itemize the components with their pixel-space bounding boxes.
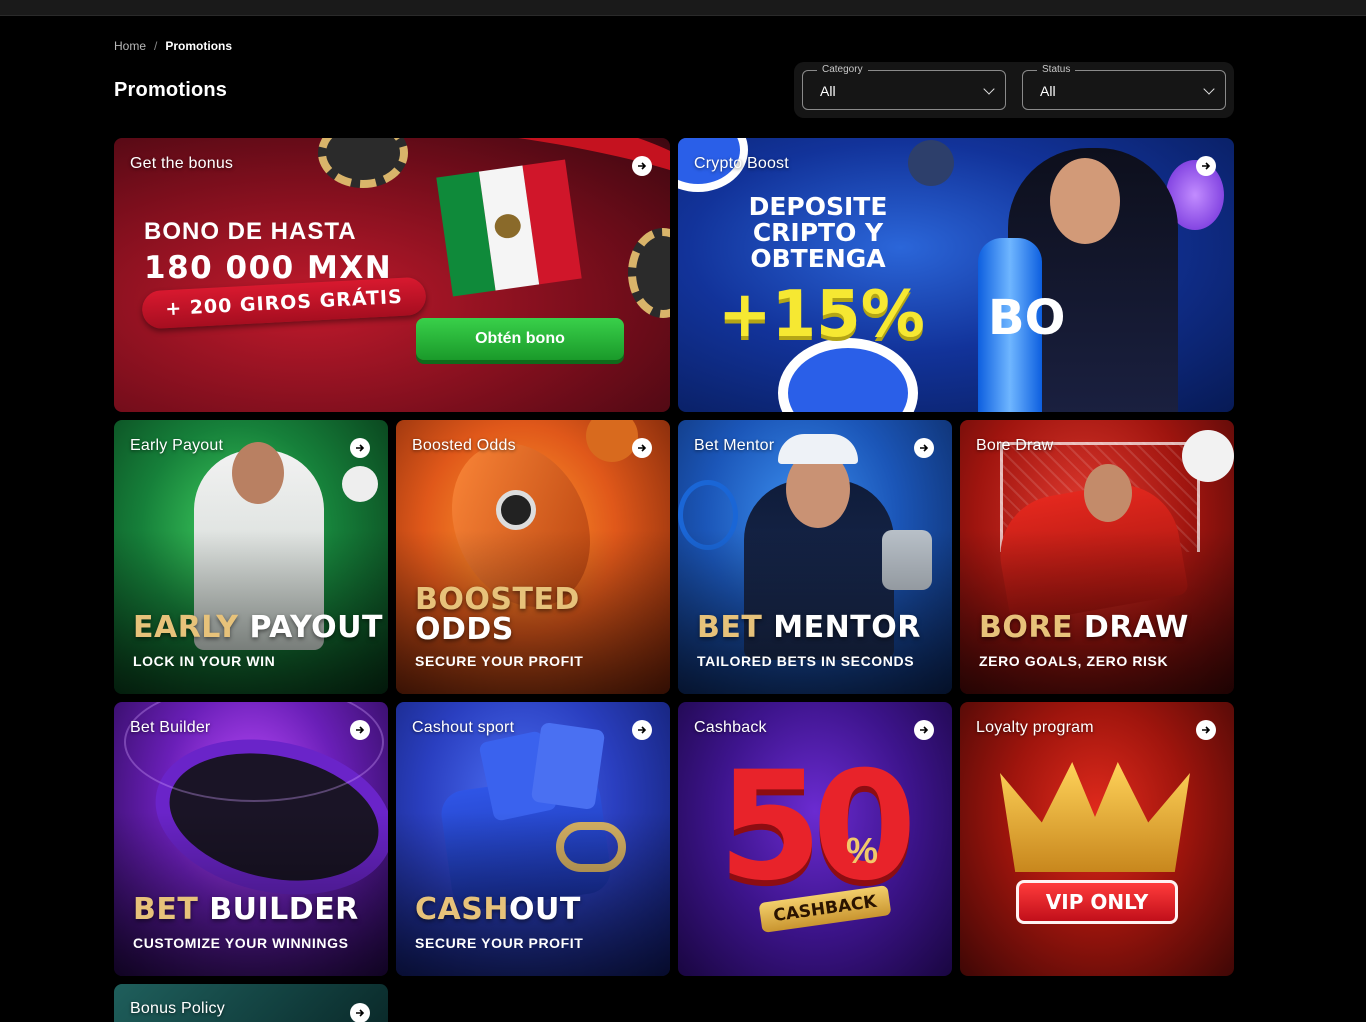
category-select[interactable]: Category All	[802, 64, 1006, 110]
arrow-right-circle-icon[interactable]	[350, 438, 370, 458]
breadcrumb: Home / Promotions	[114, 39, 232, 53]
card-title: Bet Mentor	[694, 437, 775, 454]
mexico-flag-icon	[436, 159, 582, 297]
vip-badge-text: VIP ONLY	[1045, 890, 1149, 914]
card-title: Bore Draw	[976, 437, 1054, 454]
arrow-right-circle-icon[interactable]	[632, 720, 652, 740]
card-title: Cashout sport	[412, 719, 515, 736]
breadcrumb-home-link[interactable]: Home	[114, 39, 146, 53]
crypto-promo-text: DEPOSITE CRIPTO Y OBTENGA	[748, 192, 888, 273]
chevron-down-icon	[1203, 83, 1215, 95]
goalkeeper-head	[1084, 464, 1132, 522]
promo-card-bet-mentor[interactable]: Bet Mentor BET MENTOR TAILORED BETS IN S…	[678, 420, 952, 694]
bottle-image: BO	[978, 238, 1065, 412]
page-title: Promotions	[114, 79, 228, 101]
headline-gold: BORE	[979, 610, 1073, 645]
headline-gold: EARLY	[133, 610, 239, 645]
filters-panel: Category All Status All	[794, 62, 1234, 118]
cap-icon	[778, 434, 858, 464]
card-subtitle: SECURE YOUR PROFIT	[415, 653, 584, 669]
card-headline: BET BUILDER	[133, 895, 359, 925]
promo-card-bet-builder[interactable]: Bet Builder BET BUILDER CUSTOMIZE YOUR W…	[114, 702, 388, 976]
card-subtitle: CUSTOMIZE YOUR WINNINGS	[133, 935, 349, 951]
card-title: Early Payout	[130, 437, 224, 454]
promo-card-bonus-policy[interactable]: Bonus Policy	[114, 984, 388, 1022]
headline-white: PAYOUT	[249, 610, 383, 645]
arrow-right-circle-icon[interactable]	[914, 438, 934, 458]
card-headline: BOOSTED ODDS	[415, 585, 580, 645]
arrow-right-circle-icon[interactable]	[632, 438, 652, 458]
arrow-right-circle-icon[interactable]	[1196, 156, 1216, 176]
rocket-window-icon	[496, 490, 536, 530]
card-title: Bet Builder	[130, 719, 211, 736]
headline-white: ODDS	[415, 612, 514, 647]
free-spins-text: + 200 GIROS GRÁTIS	[164, 285, 404, 321]
card-subtitle: TAILORED BETS IN SECONDS	[697, 653, 915, 669]
arrow-right-circle-icon[interactable]	[350, 1003, 370, 1022]
casino-chip-icon	[628, 228, 670, 318]
promo-card-bore-draw[interactable]: Bore Draw BORE DRAW ZERO GOALS, ZERO RIS…	[960, 420, 1234, 694]
category-select-value: All	[820, 83, 836, 99]
promo-card-cashout-sport[interactable]: Cashout sport CASHOUT SECURE YOUR PROFIT	[396, 702, 670, 976]
top-bar	[0, 0, 1366, 16]
headline-white: BUILDER	[209, 892, 359, 927]
basketball-icon	[586, 420, 638, 462]
arrow-right-circle-icon[interactable]	[350, 720, 370, 740]
card-title: Bonus Policy	[130, 1000, 225, 1017]
chevron-down-icon	[983, 83, 995, 95]
card-subtitle: SECURE YOUR PROFIT	[415, 935, 584, 951]
headline-gold: CASH	[415, 892, 509, 927]
card-title: Cashback	[694, 719, 767, 736]
bottle-text: BO	[988, 290, 1066, 346]
promo-card-loyalty-program[interactable]: VIP ONLY Loyalty program	[960, 702, 1234, 976]
card-headline: BET MENTOR	[697, 613, 921, 643]
arrow-right-circle-icon[interactable]	[1196, 720, 1216, 740]
card-title: Crypto Boost	[694, 155, 789, 172]
card-subtitle: ZERO GOALS, ZERO RISK	[979, 653, 1169, 669]
card-title: Get the bonus	[130, 155, 234, 172]
breadcrumb-separator: /	[154, 39, 158, 53]
promo-card-cashback[interactable]: 50 % CASHBACK Cashback	[678, 702, 952, 976]
player-head	[232, 442, 284, 504]
headline-gold: BET	[133, 892, 199, 927]
card-title: Loyalty program	[976, 719, 1094, 736]
card-headline: EARLY PAYOUT	[133, 613, 383, 643]
promo-card-early-payout[interactable]: Early Payout EARLY PAYOUT LOCK IN YOUR W…	[114, 420, 388, 694]
promo-card-get-the-bonus[interactable]: Get the bonus BONO DE HASTA 180 000 MXN …	[114, 138, 670, 412]
get-bonus-button-label: Obtén bono	[475, 330, 565, 347]
percent-icon: %	[846, 830, 879, 871]
woman-head	[1050, 158, 1120, 244]
status-select-value: All	[1040, 83, 1056, 99]
casino-chip-icon	[318, 138, 408, 188]
get-bonus-button[interactable]: Obtén bono	[416, 318, 624, 360]
card-headline: BORE DRAW	[979, 613, 1189, 643]
vip-badge: VIP ONLY	[1016, 880, 1178, 924]
arrow-right-circle-icon[interactable]	[632, 156, 652, 176]
promo-card-boosted-odds[interactable]: Boosted Odds BOOSTED ODDS SECURE YOUR PRO…	[396, 420, 670, 694]
arrow-right-circle-icon[interactable]	[914, 720, 934, 740]
soccer-ball-icon	[342, 466, 378, 502]
card-title: Boosted Odds	[412, 437, 516, 454]
card-subtitle: LOCK IN YOUR WIN	[133, 653, 276, 669]
breadcrumb-current: Promotions	[165, 39, 233, 53]
promo-card-crypto-boost[interactable]: BO Crypto Boost DEPOSITE CRIPTO Y OBTENG…	[678, 138, 1234, 412]
category-select-label: Category	[817, 64, 868, 76]
status-select-label: Status	[1037, 64, 1076, 76]
card-headline: CASHOUT	[415, 895, 581, 925]
headline-white: MENTOR	[773, 610, 921, 645]
banknote-icon	[530, 721, 606, 811]
crown-icon	[1000, 762, 1190, 872]
headline-gold: BET	[697, 610, 763, 645]
crypto-boost-percent: +15%	[718, 278, 925, 352]
bonus-line-1: BONO DE HASTA	[144, 218, 357, 245]
headline-white: OUT	[508, 892, 581, 927]
soccer-ball-icon	[1182, 430, 1234, 482]
coin-icon	[908, 140, 954, 186]
status-select[interactable]: Status All	[1022, 64, 1226, 110]
headline-white: DRAW	[1083, 610, 1189, 645]
